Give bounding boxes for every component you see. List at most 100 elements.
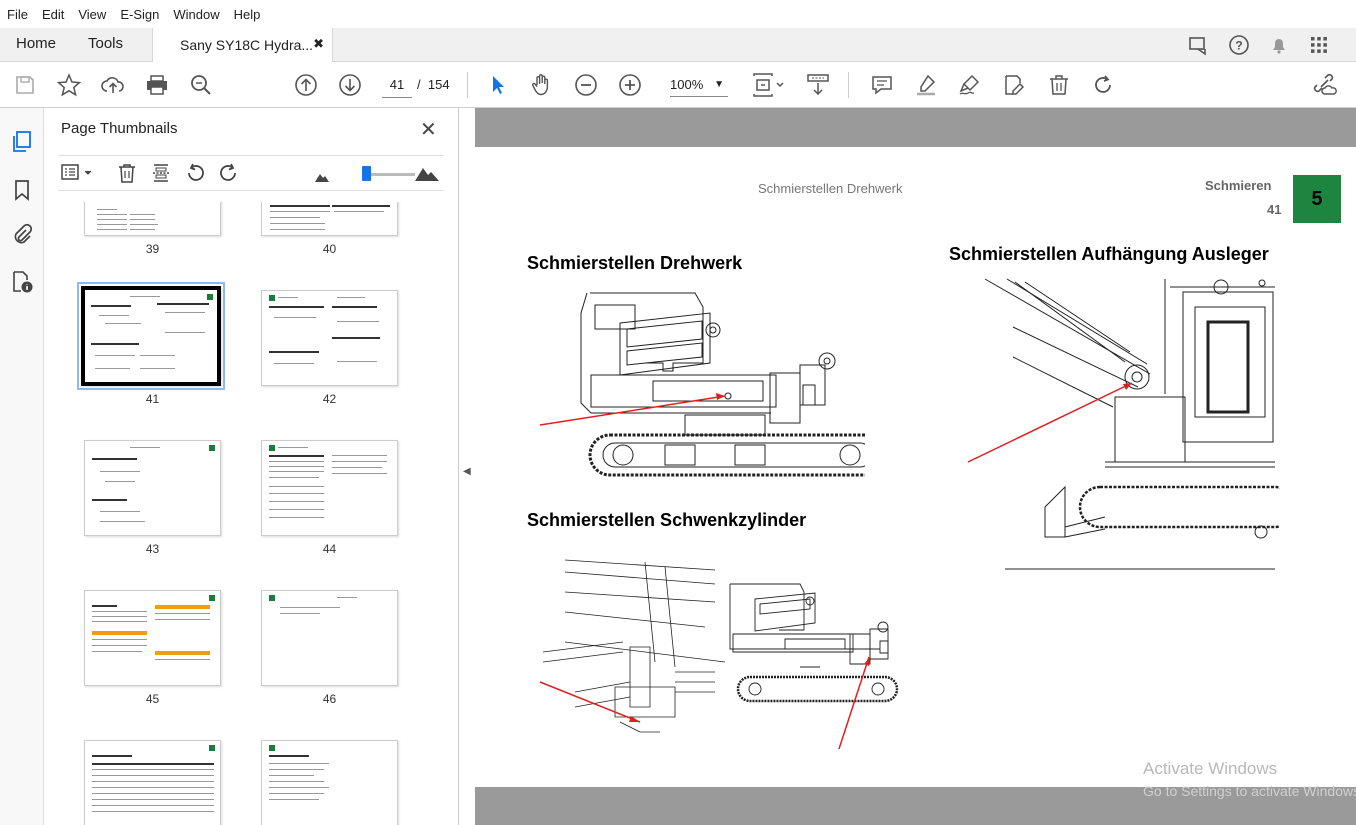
close-icon[interactable]: ✕ [420, 117, 437, 142]
slider-handle[interactable] [362, 166, 371, 181]
thumbnail-list: 39 40 41 42 43 44 45 46 [44, 202, 434, 825]
share-link-icon[interactable] [1310, 71, 1338, 99]
left-rail [0, 108, 44, 825]
mountain-large-icon[interactable] [414, 164, 440, 187]
running-header: Schmierstellen Drehwerk [758, 181, 903, 196]
page-separator: / [417, 77, 421, 92]
page-count: / 154 [417, 77, 450, 92]
activate-windows-subtext: Go to Settings to activate Windows. [1143, 783, 1356, 799]
ausleger-illustration [967, 278, 1280, 570]
schwenkzylinder-overview-illustration [729, 583, 899, 749]
toolbar-divider [848, 72, 849, 98]
pdf-page: Schmierstellen Drehwerk Schmieren 41 5 S… [475, 147, 1356, 799]
thumbnail-options-icon[interactable] [60, 162, 96, 189]
main-toolbar: 41 / 154 100% ▼ [0, 62, 1356, 108]
bell-icon[interactable] [1266, 32, 1292, 58]
thumbnail-page[interactable] [261, 290, 398, 386]
help-icon[interactable]: ? [1226, 32, 1252, 58]
menu-file[interactable]: File [0, 7, 35, 22]
tab-tools[interactable]: Tools [88, 35, 123, 52]
thumbnail-page[interactable] [84, 440, 221, 536]
select-arrow-icon[interactable] [484, 71, 512, 99]
close-tab-icon[interactable]: ✖ [313, 36, 324, 52]
zoom-in-icon[interactable] [616, 71, 644, 99]
page-down-icon[interactable] [336, 71, 364, 99]
fit-page-icon[interactable] [750, 71, 786, 99]
hand-icon[interactable] [528, 71, 556, 99]
thumbnail-page[interactable] [261, 440, 398, 536]
schwenkzylinder-closeup-illustration [539, 559, 725, 733]
page-thumbnails-icon[interactable] [10, 130, 34, 154]
thumbnail-label: 42 [322, 392, 337, 406]
rotate-right-icon[interactable] [218, 162, 240, 189]
bookmark-icon[interactable] [10, 178, 34, 202]
thumbnail-page[interactable] [261, 590, 398, 686]
print-icon[interactable] [143, 71, 171, 99]
total-pages: 154 [427, 77, 450, 92]
menu-help[interactable]: Help [227, 7, 268, 22]
highlight-icon[interactable] [912, 71, 940, 99]
panel-splitter[interactable]: ◀ [458, 108, 475, 825]
save-icon[interactable] [11, 71, 39, 99]
edit-icon[interactable] [1000, 71, 1028, 99]
toolbar-divider [467, 72, 468, 98]
thumbnail-label: 39 [145, 242, 160, 256]
extract-page-icon[interactable] [150, 162, 172, 189]
thumbnail-label: 43 [145, 542, 160, 556]
panel-title: Page Thumbnails [61, 120, 178, 137]
document-viewer[interactable]: Schmierstellen Drehwerk Schmieren 41 5 S… [475, 108, 1356, 825]
thumbnails-toolbar [58, 155, 444, 191]
thumbnail-page-selected[interactable] [77, 282, 225, 390]
upload-icon[interactable] [99, 71, 127, 99]
tab-home[interactable]: Home [16, 35, 56, 52]
rotate-left-icon[interactable] [184, 162, 206, 189]
scroll-mode-icon[interactable] [804, 71, 832, 99]
comment-icon[interactable] [868, 71, 896, 99]
heading-ausleger: Schmierstellen Aufhängung Ausleger [949, 244, 1269, 264]
heading-schwenkzylinder: Schmierstellen Schwenkzylinder [527, 510, 807, 530]
mountain-small-icon[interactable] [314, 168, 330, 188]
zoom-select[interactable]: 100% ▼ [670, 73, 728, 97]
tab-document-title: Sany SY18C Hydra... [180, 37, 314, 53]
chapter-badge: 5 [1293, 175, 1341, 223]
sign-icon[interactable] [956, 71, 984, 99]
thumbnail-page[interactable] [261, 740, 398, 825]
collapse-panel-icon[interactable]: ◀ [463, 466, 471, 477]
thumbnail-label: 46 [322, 692, 337, 706]
page-number: 41 [1267, 202, 1282, 217]
menu-bar: File Edit View E-Sign Window Help [0, 0, 1356, 28]
thumbnail-page[interactable] [261, 202, 398, 236]
header-actions: ? [1186, 32, 1332, 58]
thumbnail-page[interactable] [84, 590, 221, 686]
apps-grid-icon[interactable] [1306, 32, 1332, 58]
star-icon[interactable] [55, 71, 83, 99]
share-screen-icon[interactable] [1186, 32, 1212, 58]
zoom-out-icon[interactable] [572, 71, 600, 99]
thumbnail-label: 40 [322, 242, 337, 256]
menu-view[interactable]: View [71, 7, 113, 22]
menu-window[interactable]: Window [166, 7, 226, 22]
search-zoom-icon[interactable] [187, 71, 215, 99]
current-page-input[interactable]: 41 [382, 72, 412, 98]
tab-bar: Home Tools Sany SY18C Hydra... ✖ ? [0, 28, 1356, 63]
drehwerk-illustration [539, 292, 865, 477]
thumbnail-label: 41 [145, 392, 160, 406]
thumbnails-panel: Page Thumbnails ✕ 39 40 41 42 43 44 45 4… [44, 108, 492, 825]
page-up-icon[interactable] [292, 71, 320, 99]
zoom-value: 100% [670, 77, 704, 92]
menu-esign[interactable]: E-Sign [113, 7, 166, 22]
rotate-icon[interactable] [1089, 71, 1117, 99]
thumbnail-page[interactable] [84, 202, 221, 236]
document-info-icon[interactable] [10, 270, 34, 294]
thumbnail-label: 45 [145, 692, 160, 706]
svg-text:?: ? [1235, 39, 1242, 53]
tab-document[interactable]: Sany SY18C Hydra... ✖ [152, 28, 333, 63]
delete-icon[interactable] [1045, 71, 1073, 99]
delete-page-icon[interactable] [116, 162, 138, 189]
menu-edit[interactable]: Edit [35, 7, 71, 22]
activate-windows-watermark: Activate Windows [1143, 759, 1278, 778]
attachment-icon[interactable] [10, 222, 34, 246]
heading-drehwerk: Schmierstellen Drehwerk [527, 253, 743, 273]
chevron-down-icon: ▼ [714, 79, 724, 90]
thumbnail-page[interactable] [84, 740, 221, 825]
